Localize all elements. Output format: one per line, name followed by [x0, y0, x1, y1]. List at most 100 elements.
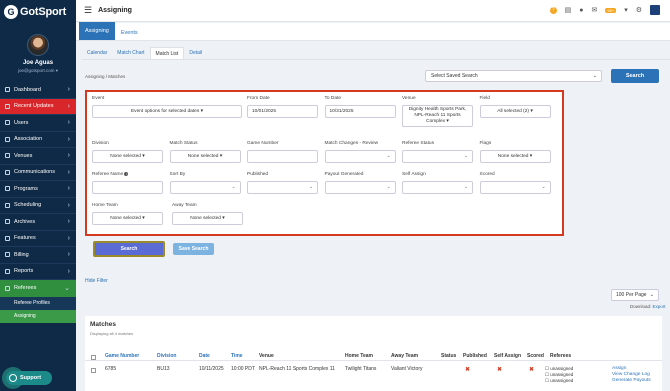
filter-label: Venue [402, 96, 416, 101]
cart-icon[interactable]: ▾ [624, 6, 628, 14]
sidebar-item-billing[interactable]: Billing › [0, 247, 76, 264]
chevron-down-icon: ⌄ [649, 292, 654, 298]
user-icon[interactable]: ● [579, 7, 583, 14]
col-division[interactable]: Division [157, 353, 176, 359]
division-dropdown[interactable]: None selected ▾ [92, 150, 163, 163]
save-search-button[interactable]: Save Search [173, 243, 214, 255]
sidebar-item-users[interactable]: Users › [0, 115, 76, 132]
sidebar-item-referees[interactable]: Referees ⌄ [0, 280, 76, 297]
venue-dropdown[interactable]: Dignity Health Sports Park, NPL-Reach 11… [402, 105, 473, 127]
download-row: Download: Export [630, 304, 666, 309]
published-select[interactable]: ⌄ [247, 181, 318, 194]
tab-detail[interactable]: Detail [184, 47, 207, 59]
sidebar-item-recent-updates[interactable]: Recent Updates › [0, 98, 76, 115]
match-status-dropdown[interactable]: None selected ▾ [169, 150, 241, 163]
cell-referees: ☐ unassigned ☐ unassigned ☐ unassigned [545, 366, 573, 384]
home-team-dropdown[interactable]: None selected ▾ [92, 212, 163, 225]
game-number-input[interactable] [247, 150, 318, 163]
sidebar-nav: Dashboard › Recent Updates › Users › Associ… [0, 82, 76, 323]
to-date-input[interactable]: 10/31/2025 [324, 105, 396, 118]
saved-search-button[interactable]: Search [611, 69, 659, 83]
saved-search-select[interactable]: Select Saved Search ⌄ [425, 70, 602, 82]
notification-badge[interactable]: 99+ [605, 7, 617, 13]
sidebar: G GotSport Joe Aguas joe@gotsport.com ▾ … [0, 0, 76, 391]
search-button[interactable]: Search [93, 241, 165, 257]
from-date-input[interactable]: 10/01/2025 [247, 105, 318, 118]
sidebar-subitem-assigning[interactable]: Assigning [0, 309, 76, 323]
scored-select[interactable]: ⌄ [479, 181, 551, 194]
filter-label: Sort By [169, 172, 186, 177]
user-email-dropdown[interactable]: joe@gotsport.com ▾ [0, 68, 76, 74]
referee-name-input[interactable] [92, 181, 163, 194]
payout-generated-select[interactable]: ⌄ [324, 181, 396, 194]
menu-icon[interactable]: ☰ [84, 5, 92, 16]
match-changes-select[interactable]: ⌄ [324, 150, 396, 163]
cell-away-team: Valiant Victory [391, 366, 423, 372]
gear-icon[interactable]: ⚙ [636, 6, 642, 14]
support-button[interactable]: Support [6, 371, 52, 385]
col-game-number[interactable]: Game Number [105, 353, 139, 359]
support-label: Support [20, 375, 42, 381]
sidebar-item-archives[interactable]: Archives › [0, 214, 76, 231]
avatar[interactable] [27, 34, 49, 56]
filter-division: Division None selected ▾ [92, 141, 170, 163]
receipt-icon[interactable]: ▤ [565, 6, 572, 14]
per-page-select[interactable]: 100 Per Page ⌄ [611, 289, 659, 301]
filter-sort-by: Sort By ⌄ [169, 172, 248, 194]
tab-assigning[interactable]: Assigning [79, 22, 115, 40]
filter-match-changes: Match Changes - Review ⌄ [324, 141, 403, 163]
sidebar-item-label: Scheduling [14, 202, 42, 209]
filter-referee-status: Referee Status ⌄ [402, 141, 480, 163]
filter-match-status: Match Status None selected ▾ [169, 141, 248, 163]
tab-events[interactable]: Events [115, 26, 144, 40]
self-assign-select[interactable]: ⌄ [402, 181, 473, 194]
tab-match-list[interactable]: Match List [149, 47, 185, 59]
filter-published: Published ⌄ [247, 172, 325, 194]
help-icon[interactable]: ? [549, 6, 557, 14]
sidebar-subitem-referee-profiles[interactable]: Referee Profiles [0, 296, 76, 310]
filter-label: Scored [479, 172, 495, 177]
filter-label: Division [92, 141, 109, 146]
gotsport-logo[interactable]: G GotSport [0, 0, 76, 24]
referee-status-select[interactable]: ⌄ [402, 150, 473, 163]
cell-home-team: Twilight Titans [345, 366, 377, 372]
cell-self-assign-x-icon: ✖ [497, 367, 503, 373]
sidebar-item-dashboard[interactable]: Dashboard › [0, 82, 76, 99]
association-icon [5, 136, 10, 142]
sidebar-item-communications[interactable]: Communications › [0, 165, 76, 181]
sidebar-item-reports[interactable]: Reports › [0, 264, 76, 280]
filter-label: Referee Status [402, 141, 434, 146]
sort-by-select[interactable]: ⌄ [169, 181, 241, 194]
away-team-dropdown[interactable]: None selected ▾ [172, 212, 243, 225]
flags-dropdown[interactable]: None selected ▾ [479, 150, 551, 163]
filter-referee-name: Referee Name i [92, 172, 170, 194]
field-dropdown[interactable]: All selected (2) ▾ [479, 105, 551, 118]
checkbox[interactable] [91, 368, 96, 373]
hide-filter-link[interactable]: Hide Filter [85, 278, 108, 284]
filter-label: Match Status [169, 141, 198, 146]
sidebar-item-label: Billing [14, 251, 29, 258]
info-icon[interactable]: i [124, 172, 129, 176]
export-link[interactable]: Export [653, 304, 666, 309]
sidebar-item-venues[interactable]: Venues › [0, 148, 76, 165]
tab-match-chart[interactable]: Match Chart [112, 47, 149, 59]
sidebar-item-association[interactable]: Association › [0, 132, 76, 148]
filter-row-3: Referee Name i Sort By ⌄ Published ⌄ Payo… [92, 172, 557, 194]
filter-label: Event [92, 96, 105, 101]
sidebar-item-label: Venues [14, 152, 33, 159]
mail-icon[interactable]: ✉ [592, 6, 598, 14]
sidebar-item-scheduling[interactable]: Scheduling › [0, 198, 76, 214]
col-date[interactable]: Date [199, 353, 210, 359]
table-header: Game Number Division Date Time Venue Hom… [85, 351, 662, 361]
sidebar-item-features[interactable]: Features › [0, 231, 76, 247]
generate-payouts-link[interactable]: Generate Payouts [612, 378, 651, 384]
referee-slot[interactable]: ☐ unassigned [545, 378, 573, 384]
checkbox[interactable] [91, 355, 96, 360]
filter-row-1: Event Event options for selected dates ▾… [92, 96, 557, 127]
matches-panel: Matches Displaying all 4 matches Game Nu… [85, 316, 662, 391]
col-time[interactable]: Time [231, 353, 243, 359]
tab-calendar[interactable]: Calendar [82, 47, 112, 59]
event-dropdown[interactable]: Event options for selected dates ▾ [92, 105, 242, 118]
sidebar-item-programs[interactable]: Programs › [0, 181, 76, 198]
app-switcher-icon[interactable] [650, 5, 660, 15]
